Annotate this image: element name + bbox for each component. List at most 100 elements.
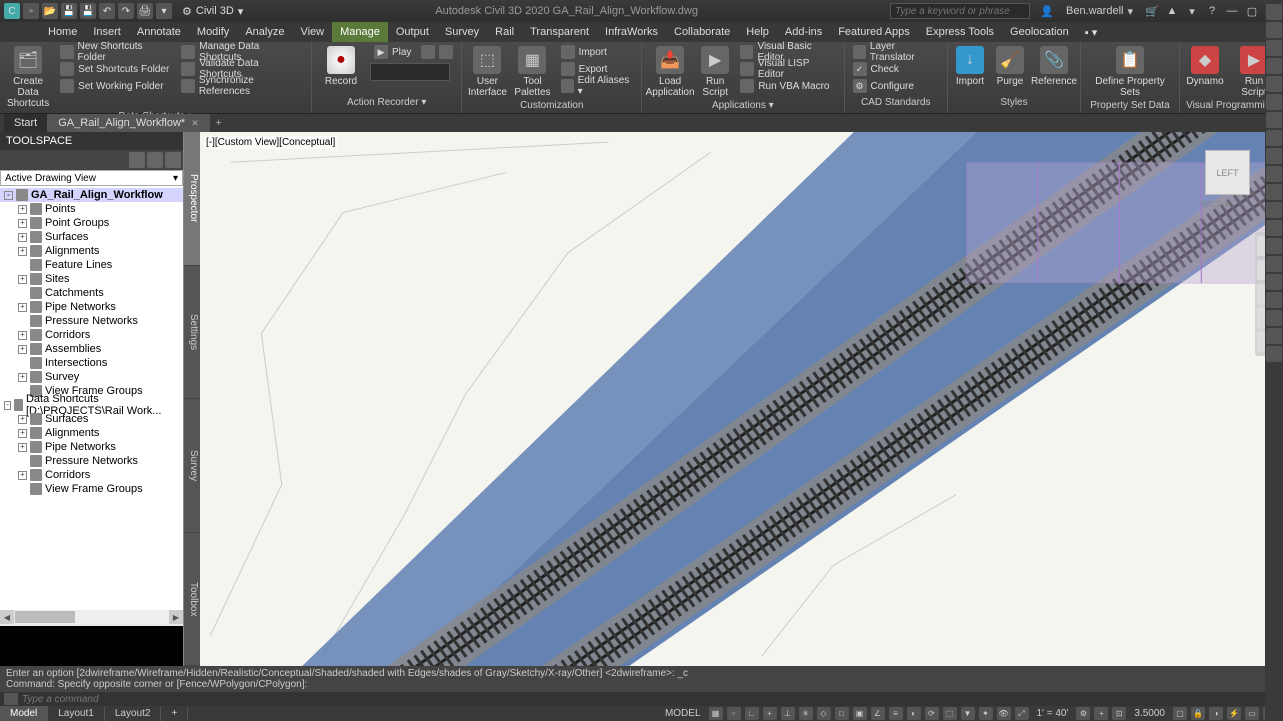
sidetab-prospector[interactable]: Prospector (184, 132, 200, 266)
transparency-icon[interactable]: ◐ (907, 707, 921, 720)
quick-properties-icon[interactable]: ▢ (1173, 707, 1187, 720)
maximize-icon[interactable]: ▢ (1245, 4, 1259, 18)
layout-tab-model[interactable]: Model (0, 706, 48, 721)
decimal-value[interactable]: 3.5000 (1130, 708, 1169, 719)
tree-node[interactable]: +Surfaces (0, 230, 183, 244)
tree-node[interactable]: Catchments (0, 286, 183, 300)
help-dropdown-icon[interactable]: ▾ (1185, 4, 1199, 18)
file-tab[interactable]: GA_Rail_Align_Workflow*✕ (48, 114, 210, 132)
close-tab-icon[interactable]: ✕ (191, 118, 199, 129)
units-icon[interactable]: ⊡ (1112, 707, 1126, 720)
ri-20[interactable] (1266, 346, 1282, 362)
tab-survey[interactable]: Survey (437, 22, 487, 42)
tree-node[interactable]: +Sites (0, 272, 183, 286)
scroll-left-icon[interactable]: ◀ (0, 610, 14, 624)
snap-icon[interactable]: ▫ (727, 707, 741, 720)
expand-icon[interactable]: - (4, 191, 13, 200)
record-button[interactable]: ● Record (316, 44, 366, 89)
tab-help[interactable]: Help (738, 22, 777, 42)
dynamic-input-icon[interactable]: + (763, 707, 777, 720)
sidetab-settings[interactable]: Settings (184, 266, 200, 400)
iso-icon[interactable]: ◇ (817, 707, 831, 720)
tree-node[interactable]: +Pipe Networks (0, 440, 183, 454)
viewport[interactable]: [-][Custom View][Conceptual] (200, 132, 1283, 666)
file-tab[interactable]: Start (4, 114, 48, 132)
ri-4[interactable] (1266, 58, 1282, 74)
expand-icon[interactable]: - (4, 401, 11, 410)
app-workspace[interactable]: ⚙ Civil 3D ▾ (182, 5, 243, 18)
tab-insert[interactable]: Insert (85, 22, 129, 42)
a360-icon[interactable]: ▲ (1165, 4, 1179, 18)
run-vba-macro-button[interactable]: Run VBA Macro (736, 78, 839, 94)
command-input[interactable] (22, 694, 1279, 705)
redo-icon[interactable]: ↷ (118, 3, 134, 19)
ri-12[interactable] (1266, 202, 1282, 218)
command-prompt-icon[interactable] (4, 693, 18, 705)
ar-opt2-icon[interactable] (439, 45, 453, 59)
ri-16[interactable] (1266, 274, 1282, 290)
tree-node[interactable]: -GA_Rail_Align_Workflow (0, 188, 183, 202)
sidetab-survey[interactable]: Survey (184, 399, 200, 533)
anno-monitor-icon[interactable]: + (1094, 707, 1108, 720)
expand-icon[interactable]: + (18, 471, 27, 480)
user-name[interactable]: Ben.wardell▾ (1066, 5, 1133, 18)
saveas-icon[interactable]: 💾 (80, 3, 96, 19)
layout-tab-layout1[interactable]: Layout1 (48, 706, 105, 721)
play-button[interactable]: ▶Play (370, 44, 457, 60)
grid-icon[interactable]: ▦ (709, 707, 723, 720)
ri-19[interactable] (1266, 328, 1282, 344)
ri-5[interactable] (1266, 76, 1282, 92)
expand-icon[interactable]: + (18, 219, 27, 228)
ri-11[interactable] (1266, 184, 1282, 200)
viewcube[interactable]: LEFT WCS ▾ (1193, 140, 1263, 210)
expand-icon[interactable]: + (18, 415, 27, 424)
infer-icon[interactable]: ∟ (745, 707, 759, 720)
tree-node[interactable]: +Point Groups (0, 216, 183, 230)
drawing-canvas[interactable] (200, 132, 1283, 666)
tree-node[interactable]: +Corridors (0, 468, 183, 482)
tree-node[interactable]: +Alignments (0, 426, 183, 440)
tree-node[interactable]: Feature Lines (0, 258, 183, 272)
expand-icon[interactable]: + (18, 345, 27, 354)
ribbon-minimize[interactable]: ▪ ▾ (1077, 22, 1105, 42)
synchronize-references-button[interactable]: Synchronize References (177, 78, 307, 94)
tab-collaborate[interactable]: Collaborate (666, 22, 738, 42)
scroll-thumb[interactable] (15, 611, 75, 623)
new-shortcuts-folder-button[interactable]: New Shortcuts Folder (56, 44, 173, 60)
view-selector[interactable]: Active Drawing View▾ (0, 170, 183, 186)
app-store-icon[interactable]: 🛒 (1145, 4, 1159, 18)
tree-node[interactable]: +Assemblies (0, 342, 183, 356)
tab-output[interactable]: Output (388, 22, 437, 42)
help-icon[interactable]: ? (1205, 4, 1219, 18)
viewport-label[interactable]: [-][Custom View][Conceptual] (204, 136, 337, 149)
expand-icon[interactable]: + (18, 373, 27, 382)
osnap-icon[interactable]: □ (835, 707, 849, 720)
tab-modify[interactable]: Modify (189, 22, 237, 42)
tree-node[interactable]: -Data Shortcuts [D:\PROJECTS\Rail Work..… (0, 398, 183, 412)
3dosnap-icon[interactable]: ▣ (853, 707, 867, 720)
ri-6[interactable] (1266, 94, 1282, 110)
expand-icon[interactable]: + (18, 303, 27, 312)
add-layout-button[interactable]: + (161, 708, 188, 719)
tab-annotate[interactable]: Annotate (129, 22, 189, 42)
scroll-right-icon[interactable]: ▶ (169, 610, 183, 624)
vlisp-editor-button[interactable]: Visual LISP Editor (736, 61, 839, 77)
minimize-icon[interactable]: — (1225, 4, 1239, 18)
create-data-shortcuts-button[interactable]: 🗂 Create Data Shortcuts (4, 44, 52, 111)
ri-1[interactable] (1266, 4, 1282, 20)
ri-18[interactable] (1266, 310, 1282, 326)
expand-icon[interactable]: + (18, 429, 27, 438)
model-space-label[interactable]: MODEL (661, 708, 705, 719)
viewcube-face[interactable]: LEFT (1205, 150, 1250, 195)
app-menu-icon[interactable]: C (4, 3, 20, 19)
search-input[interactable] (890, 3, 1030, 19)
open-icon[interactable]: 📂 (42, 3, 58, 19)
tree-hscroll[interactable]: ◀ ▶ (0, 610, 183, 624)
lock-ui-icon[interactable]: 🔒 (1191, 707, 1205, 720)
tab-rail[interactable]: Rail (487, 22, 522, 42)
ri-9[interactable] (1266, 148, 1282, 164)
expand-icon[interactable]: + (18, 233, 27, 242)
run-script-button[interactable]: ▶ Run Script (698, 44, 732, 100)
tool-palettes-button[interactable]: ▦ Tool Palettes (512, 44, 552, 100)
tab-geolocation[interactable]: Geolocation (1002, 22, 1077, 42)
